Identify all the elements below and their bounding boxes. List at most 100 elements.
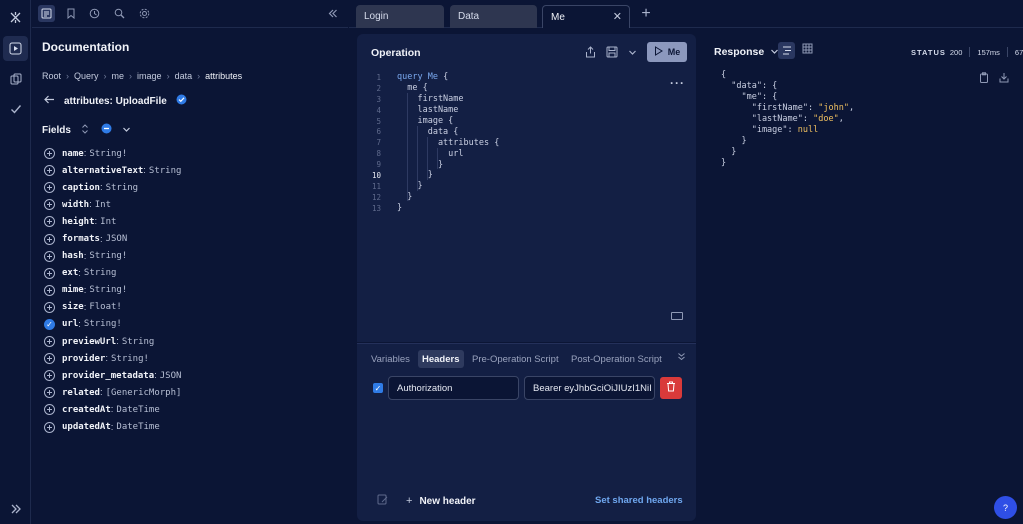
field-name[interactable]: caption [62,183,100,193]
tab-me[interactable]: Me ✕ [542,5,630,28]
play-icon[interactable] [3,36,28,61]
add-circle-icon[interactable] [44,301,55,313]
add-circle-icon[interactable] [44,267,55,279]
add-circle-icon[interactable] [44,182,55,194]
field-name[interactable]: formats [62,234,100,244]
add-circle-icon[interactable] [44,165,55,177]
collapse-icon[interactable] [324,5,341,22]
field-row[interactable]: width: Int [44,196,344,213]
breadcrumb-item[interactable]: image [137,71,162,81]
response-title[interactable]: Response [714,46,779,58]
add-circle-icon[interactable] [44,199,55,211]
add-circle-icon[interactable] [44,216,55,228]
response-body[interactable]: { "data": { "me": { "firstName": "john",… [721,70,854,169]
field-type[interactable]: String [84,268,117,278]
expand-icon[interactable] [3,496,28,521]
tab-pre-operation-script[interactable]: Pre-Operation Script [468,350,563,368]
field-name[interactable]: width [62,200,89,210]
header-key-field[interactable]: Authorization [388,376,519,400]
field-name[interactable]: updatedAt [62,422,111,432]
field-row[interactable]: createdAt: DateTime [44,401,344,418]
add-circle-icon[interactable] [44,336,55,348]
field-name[interactable]: related [62,388,100,398]
field-name[interactable]: mime [62,285,84,295]
field-row[interactable]: updatedAt: DateTime [44,419,344,436]
field-name[interactable]: size [62,302,84,312]
help-button[interactable]: ? [994,496,1017,519]
field-name[interactable]: height [62,217,95,227]
copy-response-icon[interactable] [979,72,989,86]
history-icon[interactable] [86,5,103,22]
table-view-icon[interactable] [802,43,813,57]
tab-post-operation-script[interactable]: Post-Operation Script [567,350,666,368]
field-row[interactable]: alternativeText: String [44,162,344,179]
field-type[interactable]: JSON [160,371,182,381]
field-type[interactable]: JSON [106,234,128,244]
tab-login[interactable]: Login [356,5,444,28]
share-icon[interactable] [582,44,598,60]
add-circle-icon[interactable] [44,421,55,433]
back-arrow-icon[interactable] [44,95,55,107]
collapse-icon[interactable] [677,352,686,364]
field-name[interactable]: url [62,319,78,329]
text-view-icon[interactable] [778,42,795,59]
field-name[interactable]: alternativeText [62,166,143,176]
field-row[interactable]: name: String! [44,145,344,162]
add-circle-icon[interactable] [44,250,55,262]
field-name[interactable]: name [62,149,84,159]
field-row[interactable]: formats: JSON [44,230,344,247]
deselect-all-icon[interactable] [101,123,112,137]
field-type[interactable]: String! [89,285,127,295]
breadcrumb-item[interactable]: me [112,71,125,81]
tab-data[interactable]: Data [450,5,537,28]
field-row[interactable]: related: [GenericMorph] [44,384,344,401]
field-name[interactable]: provider_metadata [62,371,154,381]
field-type[interactable]: String! [111,354,149,364]
field-type[interactable]: Int [95,200,111,210]
field-row[interactable]: ✓ url: String! [44,316,344,333]
chevron-down-icon[interactable] [624,44,640,60]
breadcrumb-item[interactable]: Root [42,71,61,81]
breadcrumb-item[interactable]: data [175,71,193,81]
field-row[interactable]: height: Int [44,213,344,230]
new-tab-button[interactable]: + [638,5,654,23]
field-row[interactable]: caption: String [44,179,344,196]
search-icon[interactable] [111,5,128,22]
copy-icon[interactable] [3,66,28,91]
field-type[interactable]: String [122,337,155,347]
field-name[interactable]: provider [62,354,105,364]
field-type[interactable]: Int [100,217,116,227]
more-options-icon[interactable]: ··· [670,76,685,90]
field-row[interactable]: mime: String! [44,282,344,299]
field-type[interactable]: String [106,183,139,193]
new-header-button[interactable]: + New header [406,495,476,507]
field-row[interactable]: hash: String! [44,248,344,265]
close-icon[interactable]: ✕ [613,10,622,23]
tab-variables[interactable]: Variables [367,350,414,368]
add-circle-icon[interactable] [44,387,55,399]
field-name[interactable]: ext [62,268,78,278]
keyboard-icon[interactable] [671,312,683,320]
save-icon[interactable] [604,44,620,60]
field-name[interactable]: previewUrl [62,337,116,347]
add-circle-icon[interactable] [44,233,55,245]
field-row[interactable]: previewUrl: String [44,333,344,350]
field-type[interactable]: [GenericMorph] [106,388,182,398]
field-row[interactable]: ext: String [44,265,344,282]
add-circle-icon[interactable] [44,370,55,382]
delete-header-button[interactable] [660,377,682,399]
field-type[interactable]: String [149,166,182,176]
chevron-down-icon[interactable] [122,125,131,136]
run-button[interactable]: Me [647,42,687,62]
set-shared-headers-link[interactable]: Set shared headers [595,495,683,506]
field-name[interactable]: hash [62,251,84,261]
header-value-field[interactable]: Bearer eyJhbGciOiJIUzI1NiI [524,376,655,400]
docs-icon[interactable] [38,5,55,22]
header-enabled-checkbox[interactable]: ✓ [373,383,383,393]
field-type[interactable]: String! [84,319,122,329]
sort-icon[interactable] [81,123,89,137]
field-row[interactable]: size: Float! [44,299,344,316]
breadcrumb-item[interactable]: Query [74,71,99,81]
field-type[interactable]: DateTime [116,422,159,432]
tab-headers[interactable]: Headers [418,350,464,368]
